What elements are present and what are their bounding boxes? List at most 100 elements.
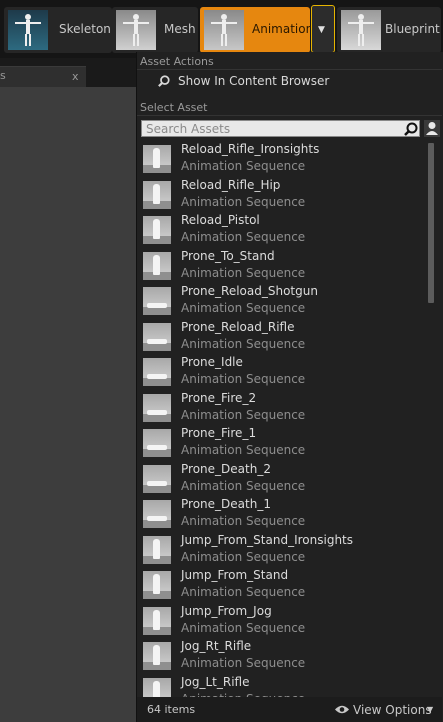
asset-type: Animation Sequence xyxy=(181,620,306,635)
mesh-thumbnail-icon xyxy=(116,10,156,50)
animation-thumbnail-icon xyxy=(143,500,171,528)
filter-user-button[interactable] xyxy=(424,120,440,137)
editor-tab-label: s xyxy=(0,69,6,82)
asset-type: Animation Sequence xyxy=(181,194,306,209)
animation-thumbnail-icon xyxy=(204,10,244,50)
asset-list-item[interactable]: Prone_Idle Animation Sequence xyxy=(137,354,427,389)
select-asset-heading: Select Asset xyxy=(140,101,208,114)
asset-list-item[interactable]: Prone_Fire_2 Animation Sequence xyxy=(137,390,427,425)
search-input[interactable] xyxy=(142,121,401,136)
show-in-content-browser-button[interactable]: Show In Content Browser xyxy=(137,71,442,93)
asset-list-item[interactable]: Reload_Pistol Animation Sequence xyxy=(137,212,427,247)
eye-icon xyxy=(335,705,349,714)
asset-name: Prone_Reload_Rifle xyxy=(181,319,295,334)
asset-type: Animation Sequence xyxy=(181,443,306,457)
asset-list-item[interactable]: Prone_Death_1 Animation Sequence xyxy=(137,496,427,531)
search-box xyxy=(141,120,420,137)
asset-type: Animation Sequence xyxy=(181,585,306,599)
blueprint-mode-button[interactable]: Blueprint xyxy=(337,7,441,53)
asset-list-item[interactable]: Reload_Rifle_Hip Animation Sequence xyxy=(137,177,427,212)
blueprint-mode-label: Blueprint xyxy=(385,22,440,36)
asset-type: Animation Sequence xyxy=(181,407,306,422)
animation-thumbnail-icon xyxy=(143,642,171,670)
chevron-down-icon: ▼ xyxy=(318,25,325,35)
magnifier-icon xyxy=(158,75,170,87)
asset-name: Prone_Fire_1 xyxy=(181,426,257,440)
asset-type: Animation Sequence xyxy=(181,514,306,528)
asset-type: Animation Sequence xyxy=(181,230,306,244)
asset-list-item[interactable]: Jog_Lt_RifleAnimation Sequence xyxy=(137,674,427,697)
asset-name: Jump_From_Jog xyxy=(181,603,272,618)
asset-list-item[interactable]: Jump_From_Stand_Ironsights Animation Sequ… xyxy=(137,532,427,567)
asset-name: Jump_From_Stand_Ironsights xyxy=(181,532,354,547)
animation-thumbnail-icon xyxy=(143,145,171,173)
asset-actions-heading: Asset Actions xyxy=(140,55,214,68)
animation-thumbnail-icon xyxy=(143,322,171,351)
asset-name: Jog_Rt_Rifle xyxy=(181,639,252,653)
animation-thumbnail-icon xyxy=(143,464,171,493)
animation-mode-label: Animation xyxy=(252,22,314,36)
asset-name: Reload_Pistol xyxy=(181,213,260,227)
animation-thumbnail-icon xyxy=(143,677,171,697)
asset-list-item[interactable]: Prone_Fire_1 Animation Sequence xyxy=(137,425,427,460)
editor-tab[interactable]: s x xyxy=(0,66,86,88)
animation-dropdown-button[interactable]: ▼ xyxy=(311,5,335,53)
asset-name: Reload_Rifle_Hip xyxy=(181,177,281,192)
scrollbar-thumb[interactable] xyxy=(428,143,434,303)
asset-name: Prone_Reload_Shotgun xyxy=(181,284,318,298)
asset-list-item[interactable]: Jog_Rt_Rifle Animation Sequence xyxy=(137,638,427,673)
animation-thumbnail-icon xyxy=(143,429,171,457)
asset-name: Jump_From_Stand xyxy=(181,568,289,582)
asset-name: Prone_To_Stand xyxy=(181,248,275,263)
asset-list-item[interactable]: Jump_From_Stand Animation Sequence xyxy=(137,567,427,602)
asset-list-item[interactable]: Reload_Rifle_Ironsights Animation Sequenc… xyxy=(137,141,427,176)
asset-type: Animation Sequence xyxy=(181,336,306,351)
asset-list-item[interactable]: Jump_From_Jog Animation Sequence xyxy=(137,603,427,638)
asset-name: Reload_Rifle_Ironsights xyxy=(181,142,320,156)
skeleton-thumbnail-icon xyxy=(8,10,48,50)
animation-thumbnail-icon xyxy=(143,358,171,386)
blueprint-thumbnail-icon xyxy=(341,10,381,50)
asset-name: Prone_Death_1 xyxy=(181,497,271,511)
animation-thumbnail-icon xyxy=(143,535,171,564)
asset-name: Prone_Idle xyxy=(181,355,243,369)
caret-down-icon: ▼ xyxy=(427,705,434,714)
asset-list-item[interactable]: Prone_To_Stand Animation Sequence xyxy=(137,248,427,283)
search-icon[interactable] xyxy=(404,122,418,136)
animation-thumbnail-icon xyxy=(143,287,171,315)
asset-list: Reload_Rifle_Ironsights Animation Sequenc… xyxy=(137,141,427,697)
item-count: 64 items xyxy=(147,703,196,716)
asset-type: Animation Sequence xyxy=(181,372,306,386)
view-options-label: View Options xyxy=(353,703,432,717)
asset-type: Animation Sequence xyxy=(181,549,306,564)
asset-type: Animation Sequence xyxy=(181,301,306,315)
view-options-button[interactable]: View Options ▼ xyxy=(334,701,438,718)
mesh-mode-button[interactable]: Mesh xyxy=(112,7,198,53)
asset-type: Animation Sequence xyxy=(181,656,306,670)
animation-thumbnail-icon xyxy=(143,251,171,280)
asset-type: Animation Sequence xyxy=(181,159,306,173)
asset-mode-toolbar: Skeleton Mesh Animation ▼ Blueprint xyxy=(0,0,443,58)
animation-thumbnail-icon xyxy=(143,393,171,422)
asset-list-item[interactable]: Prone_Reload_Rifle Animation Sequence xyxy=(137,319,427,354)
asset-list-item[interactable]: Prone_Reload_Shotgun Animation Sequence xyxy=(137,283,427,318)
asset-list-item[interactable]: Prone_Death_2 Animation Sequence xyxy=(137,461,427,496)
section-divider xyxy=(137,115,442,116)
editor-panel xyxy=(0,87,136,722)
animation-thumbnail-icon xyxy=(143,180,171,209)
animation-thumbnail-icon xyxy=(143,571,171,599)
skeleton-mode-button[interactable]: Skeleton xyxy=(4,7,112,53)
skeleton-mode-label: Skeleton xyxy=(59,22,111,36)
animation-thumbnail-icon xyxy=(143,606,171,635)
asset-name: Prone_Death_2 xyxy=(181,461,271,476)
mesh-mode-label: Mesh xyxy=(164,22,196,36)
animation-mode-button[interactable]: Animation xyxy=(200,7,314,53)
asset-name: Prone_Fire_2 xyxy=(181,390,257,405)
animation-thumbnail-icon xyxy=(143,216,171,244)
animation-asset-menu: Asset Actions Show In Content Browser Se… xyxy=(136,52,443,722)
person-icon xyxy=(426,122,438,135)
section-divider xyxy=(137,69,442,70)
close-icon[interactable]: x xyxy=(72,70,79,83)
asset-type: Animation Sequence xyxy=(181,478,306,493)
asset-name: Jog_Lt_Rifle xyxy=(181,674,250,689)
